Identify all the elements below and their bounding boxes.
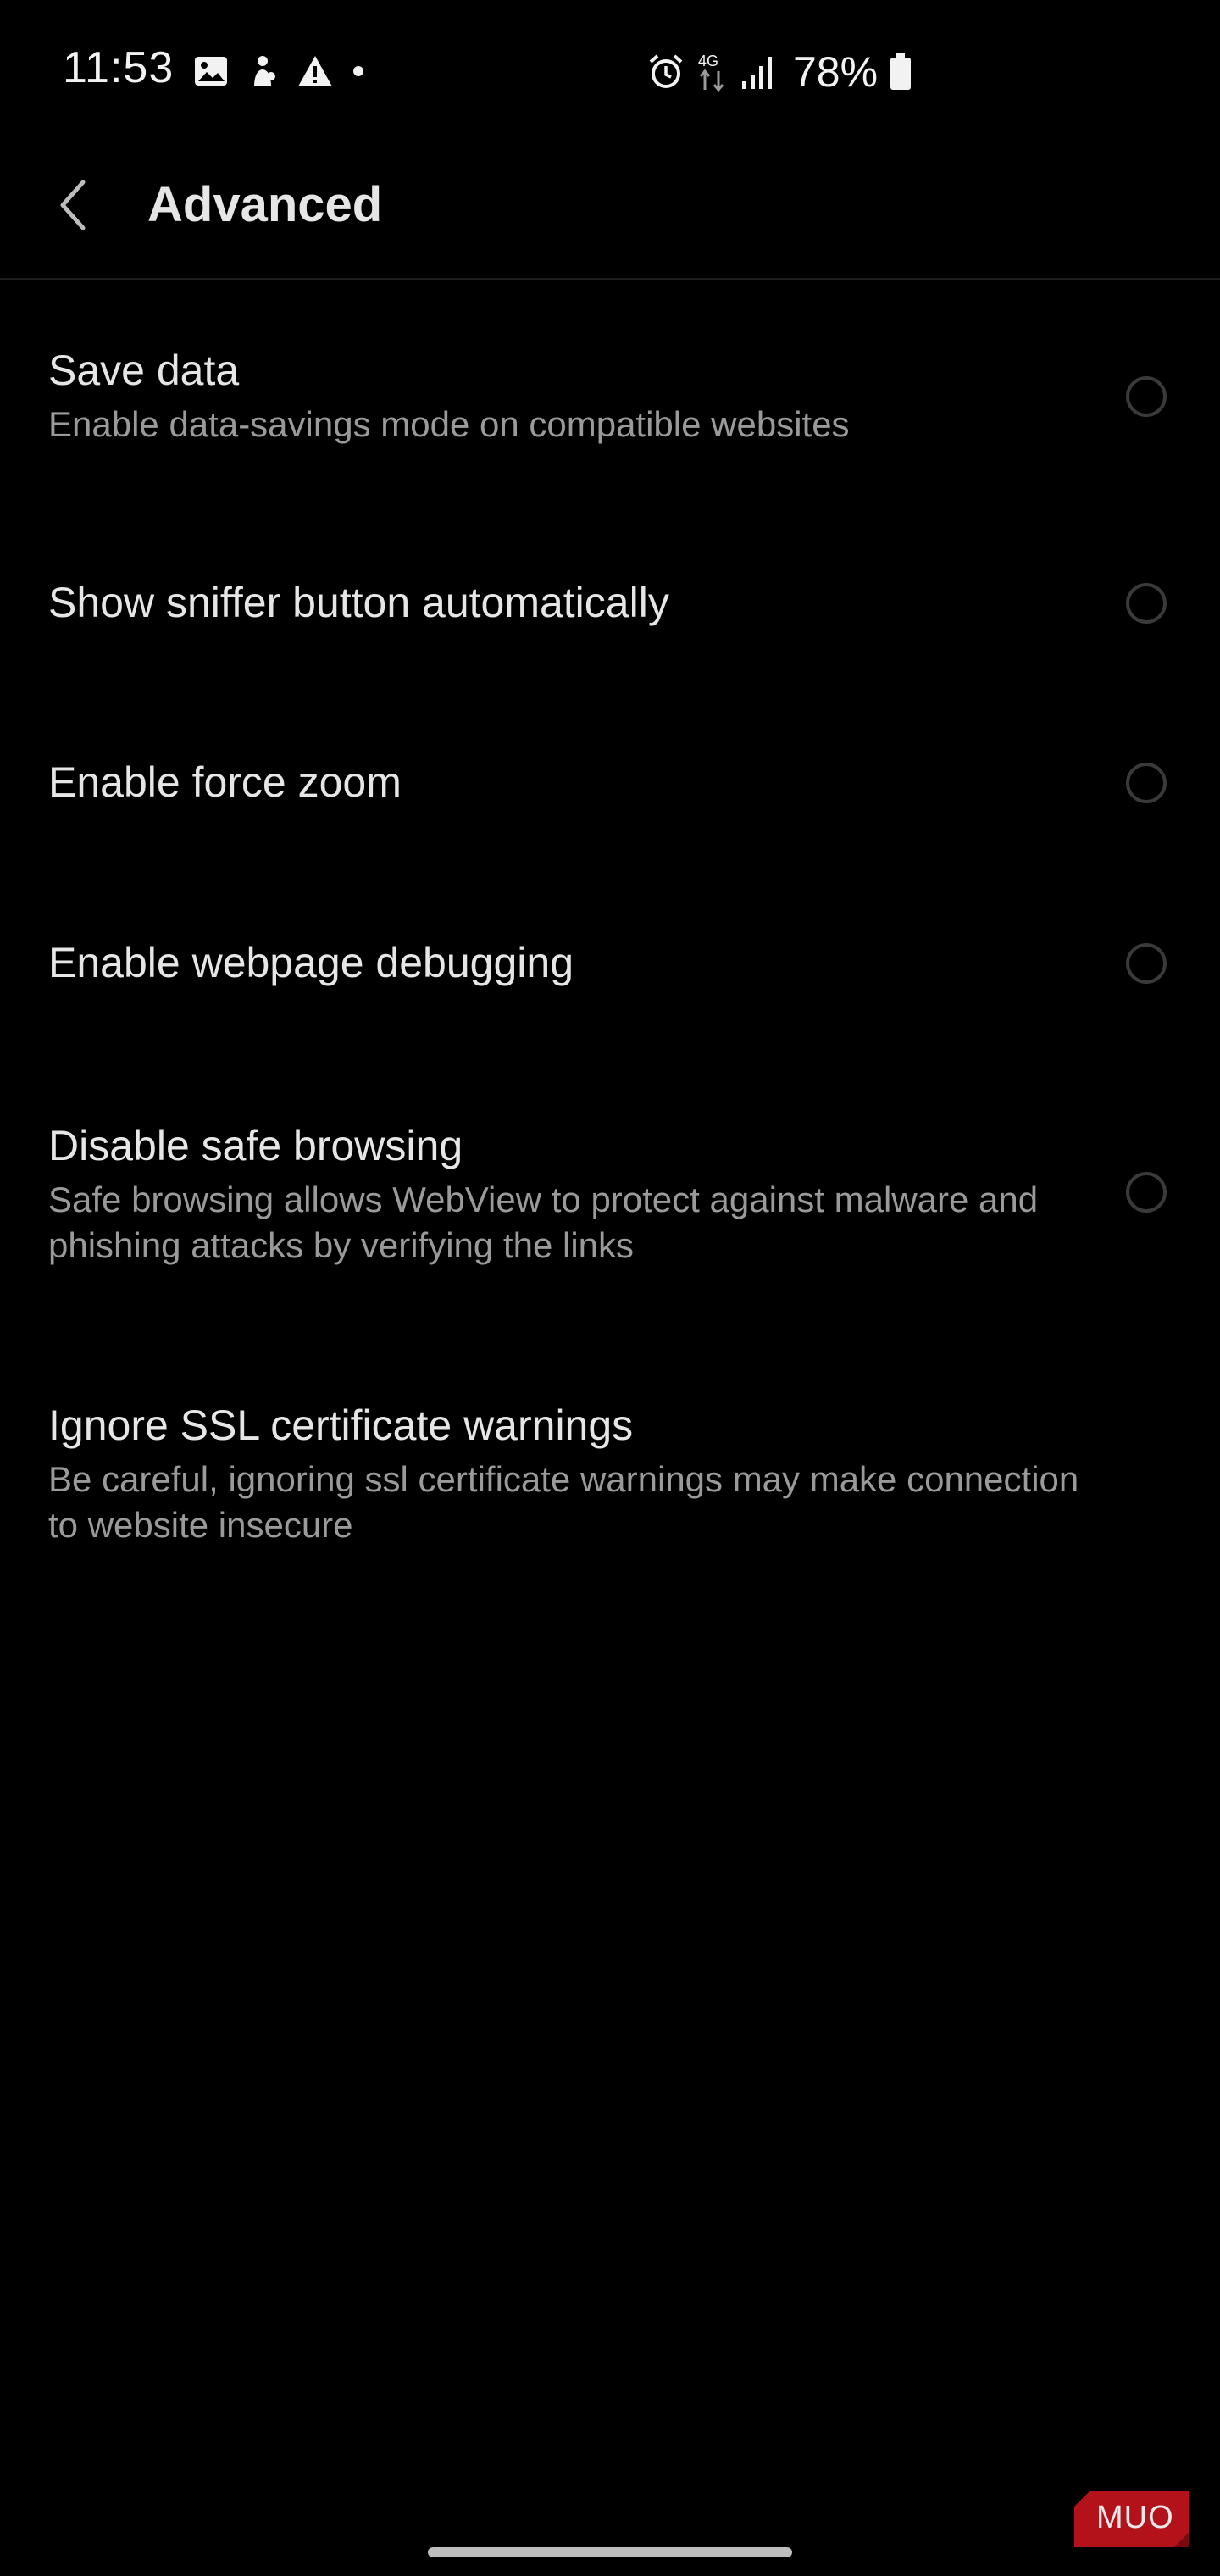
watermark-text: MUO — [1096, 2500, 1174, 2535]
setting-ignore-ssl-warnings[interactable]: Ignore SSL certificate warnings Be caref… — [0, 1360, 1220, 1580]
header-divider — [0, 278, 1220, 280]
muo-watermark: MUO — [1073, 2490, 1191, 2549]
4g-data-icon: 4G — [696, 51, 729, 93]
warning-icon — [297, 54, 334, 88]
setting-title: Ignore SSL certificate warnings — [48, 1402, 634, 1449]
show-sniffer-radio[interactable] — [1126, 583, 1167, 624]
svg-text:4G: 4G — [698, 53, 718, 69]
setting-save-data[interactable]: Save data Enable data-savings mode on co… — [0, 305, 1220, 475]
back-button[interactable] — [42, 175, 103, 236]
save-data-radio[interactable] — [1126, 376, 1167, 417]
dot-icon — [352, 65, 364, 77]
setting-description: Enable data-savings mode on compatible w… — [48, 404, 850, 444]
signal-icon — [740, 54, 774, 90]
setting-title: Save data — [48, 347, 240, 394]
app-header: Advanced — [0, 144, 1220, 280]
safe-browsing-radio[interactable] — [1126, 1172, 1167, 1213]
setting-description: Safe browsing allows WebView to protect … — [48, 1180, 1039, 1265]
status-time: 11:53 — [63, 43, 175, 92]
setting-show-sniffer-button[interactable]: Show sniffer button automatically — [0, 542, 1220, 669]
gallery-icon — [193, 55, 229, 87]
page-title: Advanced — [147, 177, 383, 232]
setting-title: Show sniffer button automatically — [48, 579, 669, 626]
setting-description: Be careful, ignoring ssl certificate war… — [48, 1459, 1079, 1545]
setting-title: Disable safe browsing — [48, 1122, 463, 1169]
nav-gesture-handle[interactable] — [428, 2547, 792, 2557]
status-bar: 11:53 4G 78% — [0, 0, 1220, 144]
force-zoom-radio[interactable] — [1126, 763, 1167, 803]
battery-icon — [890, 53, 912, 91]
setting-enable-force-zoom[interactable]: Enable force zoom — [0, 722, 1220, 849]
setting-title: Enable force zoom — [48, 758, 402, 806]
chevron-left-icon — [60, 180, 86, 230]
setting-title: Enable webpage debugging — [48, 939, 574, 986]
webpage-debugging-radio[interactable] — [1126, 943, 1167, 984]
status-right-icons: 4G 78% — [647, 47, 912, 97]
status-left-icons — [193, 54, 364, 88]
battery-percent: 78% — [793, 48, 879, 96]
setting-disable-safe-browsing[interactable]: Disable safe browsing Safe browsing allo… — [0, 1080, 1220, 1301]
alarm-icon — [647, 53, 685, 91]
app-notification-icon — [247, 54, 278, 88]
setting-enable-webpage-debugging[interactable]: Enable webpage debugging — [0, 902, 1220, 1030]
